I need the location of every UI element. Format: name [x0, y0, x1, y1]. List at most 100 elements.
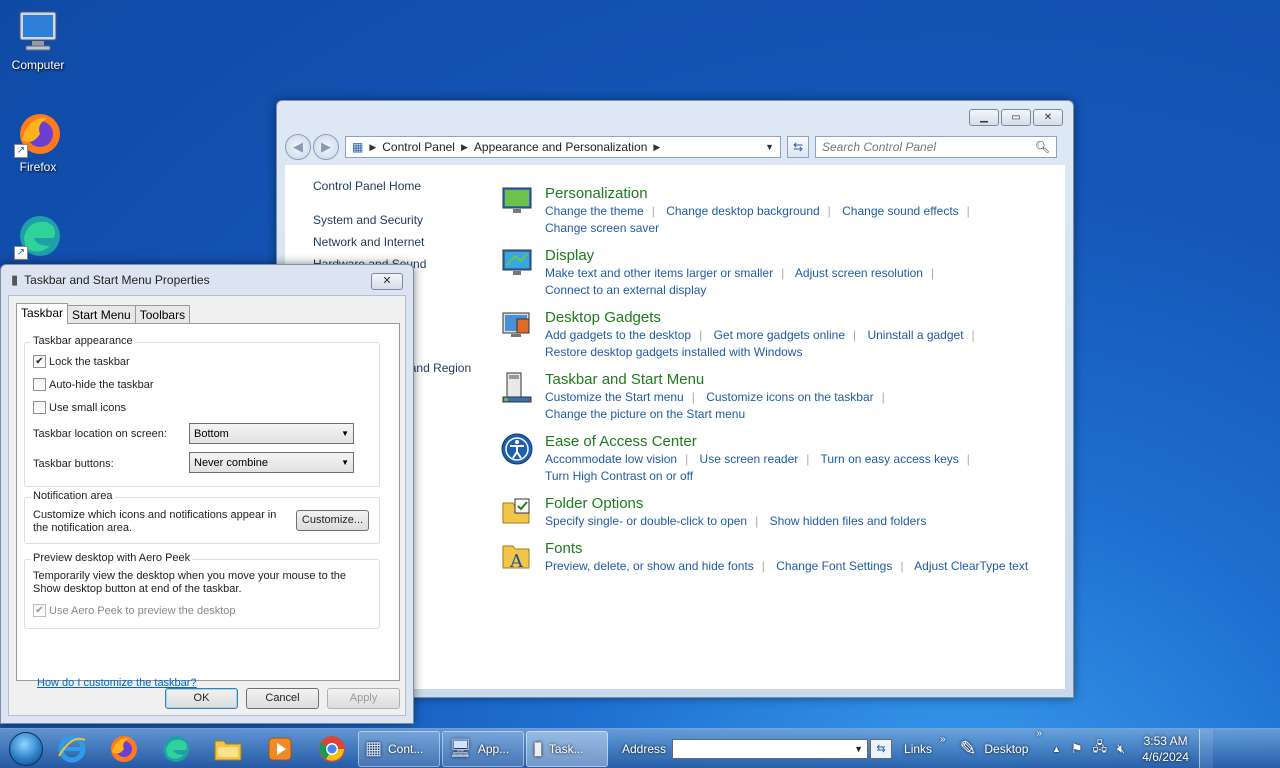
- taskbar-location-select[interactable]: Bottom ▼: [189, 423, 354, 444]
- lock-taskbar-checkbox[interactable]: ✔: [33, 355, 46, 368]
- firefox-icon: [111, 735, 137, 762]
- taskbar-button-taskbar-properties[interactable]: ▮ Task...: [526, 730, 608, 767]
- tab-start-menu[interactable]: Start Menu: [67, 305, 136, 324]
- pinned-file-explorer[interactable]: [202, 730, 254, 768]
- cancel-button[interactable]: Cancel: [246, 688, 319, 709]
- back-button[interactable]: ◀: [285, 134, 311, 160]
- category-link[interactable]: Specify single- or double-click to open: [545, 514, 747, 528]
- left-nav-item[interactable]: System and Security: [313, 213, 483, 227]
- pinned-edge[interactable]: [150, 730, 202, 768]
- category-link[interactable]: Turn on easy access keys: [821, 452, 959, 466]
- search-input[interactable]: Search Control Panel 🔍︎: [815, 136, 1057, 158]
- category-title[interactable]: Ease of Access Center: [545, 433, 978, 450]
- customize-button[interactable]: Customize...: [296, 510, 369, 531]
- system-clock[interactable]: 3:53 AM 4/6/2024: [1142, 733, 1189, 765]
- category-title[interactable]: Display: [545, 247, 942, 264]
- category-link[interactable]: Change desktop background: [666, 204, 819, 218]
- desktop-toolbar[interactable]: ✎ Desktop »: [960, 728, 1042, 761]
- left-nav-item[interactable]: Network and Internet: [313, 235, 483, 249]
- category-link[interactable]: Customize the Start menu: [545, 390, 684, 404]
- category-link[interactable]: Turn High Contrast on or off: [545, 469, 693, 483]
- forward-button[interactable]: ▶: [313, 134, 339, 160]
- search-icon: 🔍︎: [1034, 140, 1050, 154]
- category-link[interactable]: Add gadgets to the desktop: [545, 328, 691, 342]
- pinned-media-player[interactable]: [254, 730, 306, 768]
- dialog-close-button[interactable]: ✕: [371, 273, 403, 290]
- category-link[interactable]: Make text and other items larger or smal…: [545, 266, 773, 280]
- maximize-button[interactable]: ▭: [1001, 109, 1031, 126]
- desktop-icon-computer[interactable]: Computer: [0, 8, 76, 72]
- category-link[interactable]: Change sound effects: [842, 204, 959, 218]
- close-button[interactable]: ✕: [1033, 109, 1063, 126]
- tab-toolbars[interactable]: Toolbars: [134, 305, 191, 324]
- category-title[interactable]: Desktop Gadgets: [545, 309, 983, 326]
- chevron-down-icon[interactable]: ▼: [854, 744, 863, 754]
- network-icon[interactable]: 🖧︎: [1093, 738, 1108, 760]
- chevron-right-icon[interactable]: ▶: [653, 142, 660, 153]
- category-link[interactable]: Use screen reader: [700, 452, 799, 466]
- small-icons-checkbox[interactable]: [33, 401, 46, 414]
- category-title[interactable]: Folder Options: [545, 495, 926, 512]
- category-link[interactable]: Change the theme: [545, 204, 644, 218]
- address-toolbar-label: Address: [622, 741, 667, 756]
- left-nav-home[interactable]: Control Panel Home: [313, 179, 483, 193]
- address-bar[interactable]: ▦ ▶ Control Panel ▶ Appearance and Perso…: [345, 136, 781, 158]
- start-button[interactable]: [6, 729, 46, 768]
- category-title[interactable]: Personalization: [545, 185, 978, 202]
- minimize-button[interactable]: ▁: [969, 109, 999, 126]
- control-panel-icon: ▦: [365, 738, 383, 758]
- category-title[interactable]: Taskbar and Start Menu: [545, 371, 893, 388]
- taskbar-go-button[interactable]: ⇆: [870, 738, 893, 759]
- dialog-title-bar[interactable]: ▮ Taskbar and Start Menu Properties: [1, 265, 413, 295]
- refresh-icon: ⇆: [792, 140, 804, 154]
- volume-muted-icon[interactable]: 🔇︎: [1117, 741, 1125, 757]
- category-link[interactable]: Adjust ClearType text: [914, 559, 1028, 573]
- category-link[interactable]: Change Font Settings: [776, 559, 892, 573]
- edge-icon: [163, 735, 189, 762]
- notepad-icon[interactable]: ✎: [960, 736, 977, 761]
- category-link[interactable]: Change screen saver: [545, 221, 659, 235]
- category-link[interactable]: Change the picture on the Start menu: [545, 407, 745, 421]
- breadcrumb-item[interactable]: Appearance and Personalization: [474, 140, 647, 154]
- taskbar-tab-panel: Taskbar appearance ✔ Lock the taskbar Au…: [16, 323, 400, 689]
- category-link[interactable]: Accommodate low vision: [545, 452, 677, 466]
- category-link[interactable]: Connect to an external display: [545, 283, 706, 297]
- tab-taskbar[interactable]: Taskbar: [16, 303, 69, 324]
- links-toolbar[interactable]: Links »: [904, 734, 946, 756]
- pinned-chrome[interactable]: [306, 730, 358, 768]
- category-link[interactable]: Get more gadgets online: [714, 328, 845, 342]
- category-link[interactable]: Customize icons on the taskbar: [706, 390, 873, 404]
- chevron-down-icon[interactable]: ▼: [765, 142, 774, 152]
- taskbar-button-control-panel[interactable]: ▦ Cont...: [358, 730, 440, 767]
- small-icons-row[interactable]: Use small icons: [33, 401, 126, 414]
- ok-button[interactable]: OK: [165, 688, 238, 709]
- category-title[interactable]: Fonts: [545, 540, 1028, 557]
- location-label: Taskbar location on screen:: [33, 428, 167, 440]
- pinned-internet-explorer[interactable]: [46, 730, 98, 768]
- taskbar-button-appearance[interactable]: 🖥︎ App...: [442, 730, 524, 767]
- taskbar-address-input[interactable]: ▼: [672, 738, 869, 759]
- chevron-double-right-icon[interactable]: »: [940, 734, 946, 745]
- category-link[interactable]: Uninstall a gadget: [867, 328, 963, 342]
- desktop-icon-firefox[interactable]: ↗ Firefox: [0, 110, 76, 174]
- autohide-row[interactable]: Auto-hide the taskbar: [33, 378, 154, 391]
- chevron-right-icon[interactable]: ▶: [461, 142, 468, 153]
- taskbar-buttons-select[interactable]: Never combine ▼: [189, 452, 354, 473]
- breadcrumb-item[interactable]: Control Panel: [382, 140, 455, 154]
- category-link[interactable]: Preview, delete, or show and hide fonts: [545, 559, 754, 573]
- desktop-toolbar-label: Desktop: [984, 741, 1029, 756]
- category-link[interactable]: Adjust screen resolution: [795, 266, 923, 280]
- category-link[interactable]: Restore desktop gadgets installed with W…: [545, 345, 802, 359]
- pinned-firefox[interactable]: [98, 730, 150, 768]
- show-hidden-icons-icon[interactable]: ▲: [1052, 744, 1061, 754]
- lock-taskbar-row[interactable]: ✔ Lock the taskbar: [33, 355, 130, 368]
- chevron-double-right-icon[interactable]: »: [1036, 728, 1042, 739]
- show-desktop-button[interactable]: [1198, 728, 1213, 768]
- autohide-checkbox[interactable]: [33, 378, 46, 391]
- group-title: Preview desktop with Aero Peek: [31, 552, 193, 564]
- clock-time: 3:53 AM: [1143, 733, 1188, 748]
- refresh-button[interactable]: ⇆: [787, 136, 809, 158]
- action-center-flag-icon[interactable]: ⚑: [1071, 741, 1083, 757]
- desktop-icon-edge[interactable]: ↗: [0, 212, 76, 262]
- category-link[interactable]: Show hidden files and folders: [770, 514, 927, 528]
